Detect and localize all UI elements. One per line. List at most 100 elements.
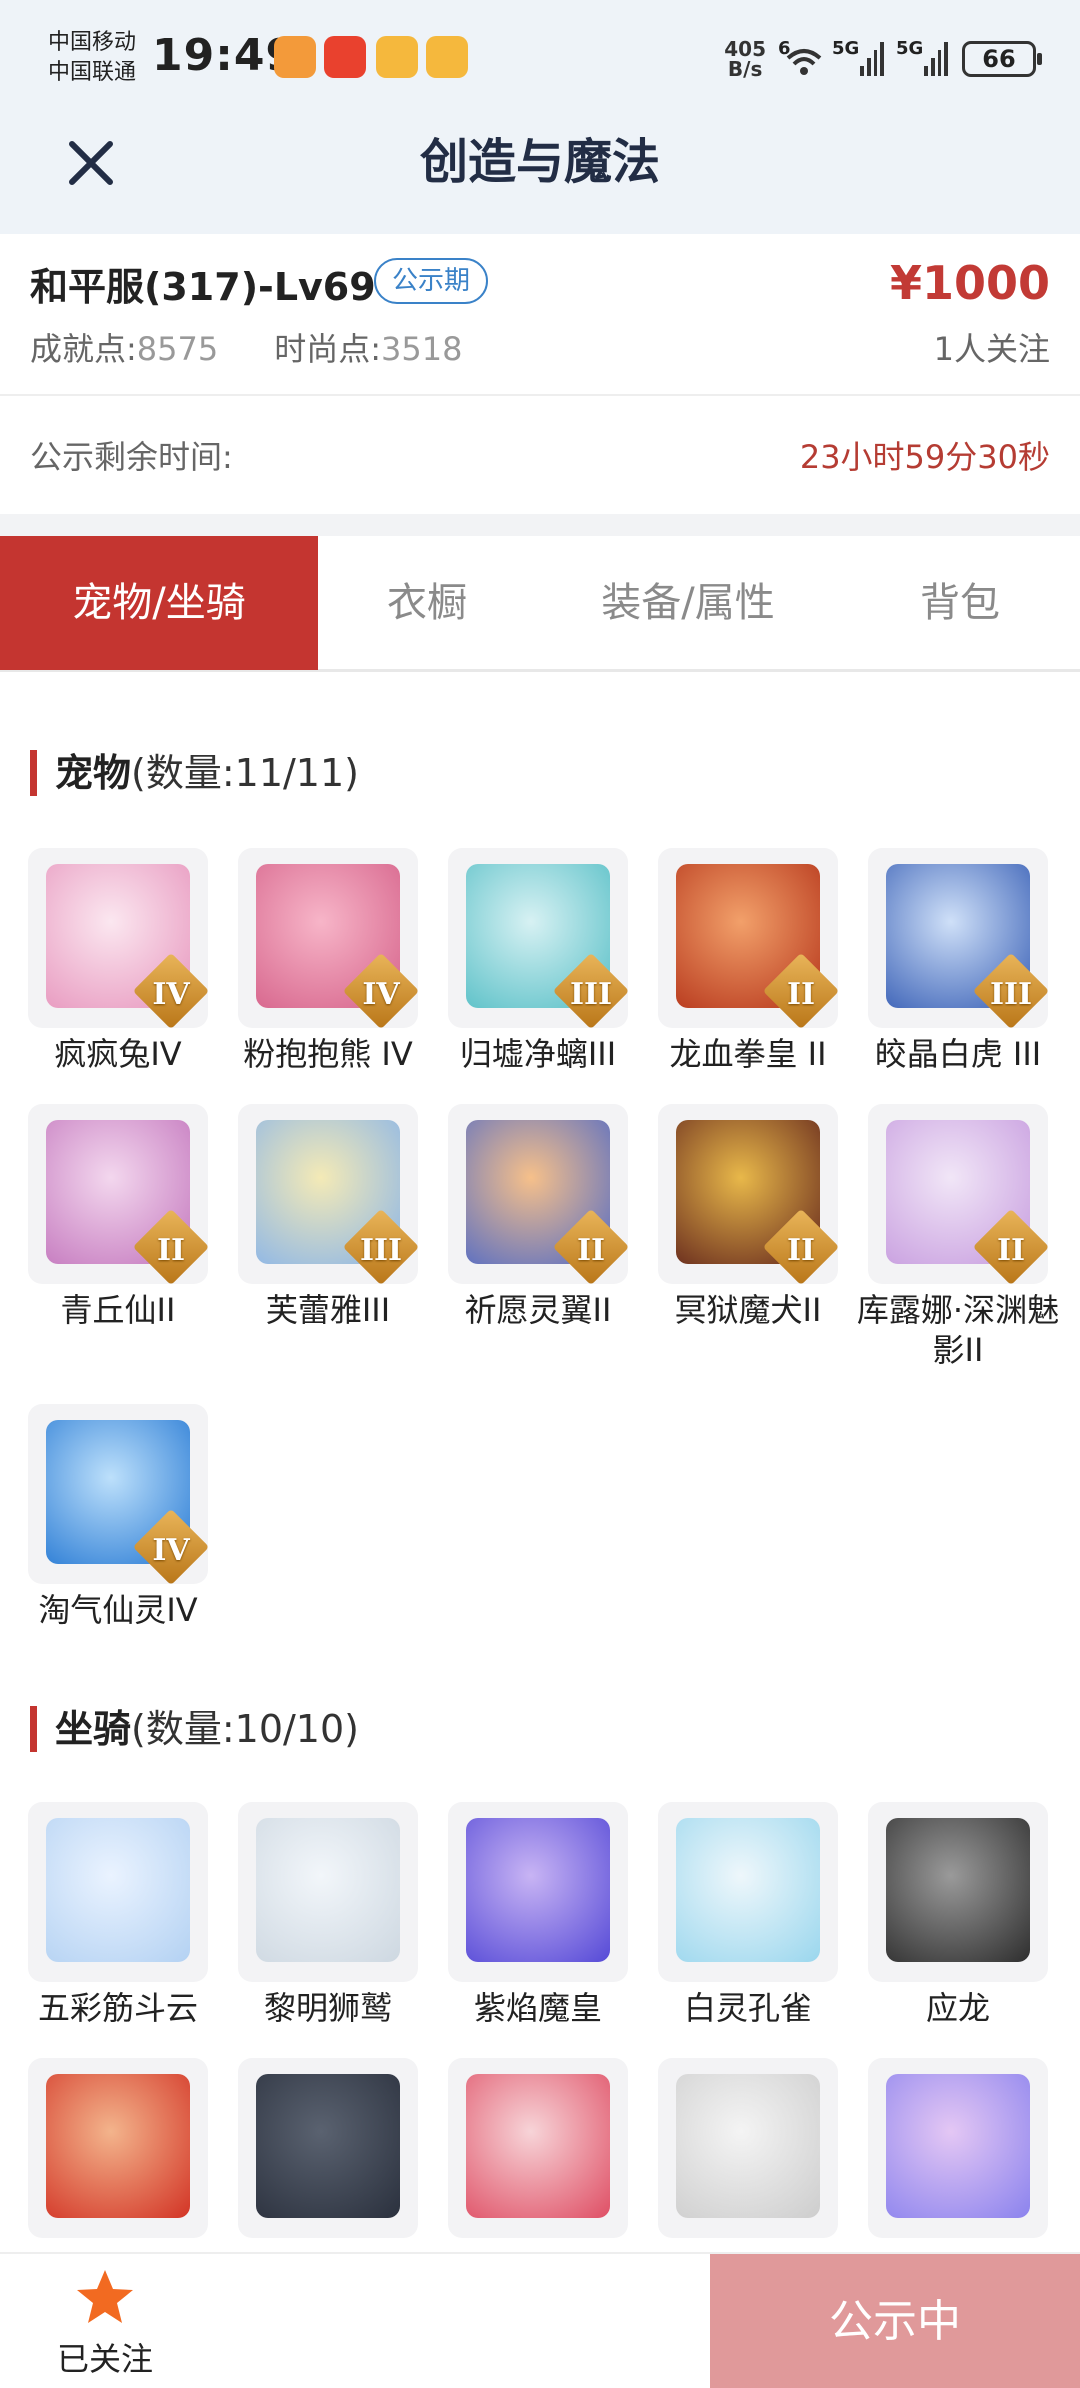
pet-name: 皎晶白虎 III [874,1035,1042,1073]
tier-badge-text: II [996,1233,1026,1268]
weibo-icon-2 [426,36,468,78]
mount-thumbnail [448,2058,628,2238]
pet-name: 粉抱抱熊 IV [243,1035,413,1073]
mount-name: 白灵孔雀 [683,1989,812,2027]
tier-badge-text: II [576,1233,606,1268]
mount-thumbnail [658,2058,838,2238]
mount-thumbnail [28,2058,208,2238]
mount-card[interactable] [238,2058,418,2244]
app-header: 创造与魔法 [0,110,1080,234]
weibo-icon [376,36,418,78]
pet-name: 芙蕾雅III [265,1291,391,1329]
mount-image [676,2074,820,2218]
pet-thumbnail: III [868,848,1048,1028]
mount-card[interactable]: 应龙 [868,1802,1048,2028]
mount-image [886,1818,1030,1962]
pet-thumbnail: II [658,848,838,1028]
carrier-info: 中国移动 中国联通 [48,28,136,88]
pet-card[interactable]: III 归墟净螭III [448,848,628,1074]
pet-thumbnail: IV [238,848,418,1028]
pet-card[interactable]: II 祈愿灵翼II [448,1104,628,1330]
taobao-icon [324,36,366,78]
follower-count: 1人关注 [933,330,1050,368]
mount-image [46,2074,190,2218]
pet-thumbnail: II [868,1104,1048,1284]
net-speed-unit: B/s [727,57,763,81]
mount-thumbnail [28,1802,208,1982]
signal-5g-icon: 5G [832,38,884,76]
mount-image [46,1818,190,1962]
achievement-value: 8575 [136,330,219,368]
publicity-timer: 公示剩余时间: 23小时59分30秒 [0,398,1080,514]
mount-thumbnail [238,2058,418,2238]
pet-card[interactable]: II 龙血拳皇 II [658,848,838,1074]
pet-card[interactable]: III 芙蕾雅III [238,1104,418,1330]
mount-name: 紫焰魔皇 [473,1989,602,2027]
mount-thumbnail [658,1802,838,1982]
mount-card[interactable] [868,2058,1048,2244]
publicity-status-button[interactable]: 公示中 [710,2254,1080,2388]
mount-name: 应龙 [925,1989,990,2027]
tier-badge-text: II [786,1233,816,1268]
pet-name: 疯疯兔IV [54,1035,182,1073]
net-speed: 405 B/s [724,39,766,79]
pet-name: 归墟净螭III [459,1035,617,1073]
tab-backpack[interactable]: 背包 [840,536,1080,670]
points-row: 成就点:8575 时尚点:3518 [30,324,462,370]
account-summary: 和平服(317)-Lv69 公示期 ¥1000 成就点:8575 时尚点:3518… [0,234,1080,396]
price: ¥1000 [889,256,1050,310]
mount-image [256,2074,400,2218]
tier-badge-text: IV [152,977,190,1012]
pet-card[interactable]: II 冥狱魔犬II [658,1104,838,1330]
pet-card[interactable]: IV 淘气仙灵IV [28,1404,208,1630]
tab-wardrobe[interactable]: 衣橱 [318,536,536,670]
status-bar: 中国移动 中国联通 19:49 405 B/s 6 5G 5G 66 [0,0,1080,110]
server-level: 和平服(317)-Lv69 [30,265,376,309]
pets-section-title: 宠物(数量:11/11) [30,750,359,796]
mount-card[interactable]: 黎明狮鹫 [238,1802,418,2028]
tier-badge-text: IV [362,977,400,1012]
pet-card[interactable]: IV 疯疯兔IV [28,848,208,1074]
pet-thumbnail: IV [28,1404,208,1584]
pet-name: 淘气仙灵IV [38,1591,198,1629]
achievement-label: 成就点: [30,330,137,368]
carrier-1: 中国移动 [48,30,137,55]
mount-thumbnail [238,1802,418,1982]
tab-bar: 宠物/坐骑 衣橱 装备/属性 背包 [0,536,1080,672]
timer-value: 23小时59分30秒 [799,438,1050,476]
pet-name: 冥狱魔犬II [674,1291,822,1329]
mount-image [256,1818,400,1962]
mounts-title: 坐骑 [55,1707,132,1751]
pet-card[interactable]: IV 粉抱抱熊 IV [238,848,418,1074]
pets-title: 宠物 [55,751,132,795]
mount-card[interactable]: 五彩筋斗云 [28,1802,208,2028]
pet-card[interactable]: III 皎晶白虎 III [868,848,1048,1074]
mount-name: 五彩筋斗云 [37,1989,198,2027]
signal-2-label: 5G [896,38,924,59]
pet-card[interactable]: II 库露娜·深渊魅影II [857,1104,1059,1370]
mount-card[interactable] [28,2058,208,2244]
mount-image [466,2074,610,2218]
mounts-section-title: 坐骑(数量:10/10) [30,1706,359,1752]
pet-thumbnail: II [658,1104,838,1284]
mount-card[interactable] [658,2058,838,2244]
mount-card[interactable]: 紫焰魔皇 [448,1802,628,2028]
mount-image [886,2074,1030,2218]
tab-pets-mounts[interactable]: 宠物/坐骑 [0,536,318,670]
tab-equipment[interactable]: 装备/属性 [536,536,840,670]
wifi-icon: 6 [778,38,822,76]
status-badge: 公示期 [374,258,489,304]
mount-name: 黎明狮鹫 [263,1989,392,2027]
fashion-value: 3518 [381,330,463,368]
pets-count: (数量:11/11) [131,751,359,795]
pet-card[interactable]: II 青丘仙II [28,1104,208,1330]
signal-1-label: 5G [832,38,860,59]
mount-thumbnail [868,2058,1048,2238]
tier-badge-text: IV [152,1533,190,1568]
mount-card[interactable] [448,2058,628,2244]
pet-name: 库露娜·深渊魅影II [856,1291,1060,1369]
follow-button[interactable]: 已关注 [50,2268,160,2380]
taobao-gift-icon [274,36,316,78]
pet-thumbnail: III [448,848,628,1028]
mount-card[interactable]: 白灵孔雀 [658,1802,838,2028]
